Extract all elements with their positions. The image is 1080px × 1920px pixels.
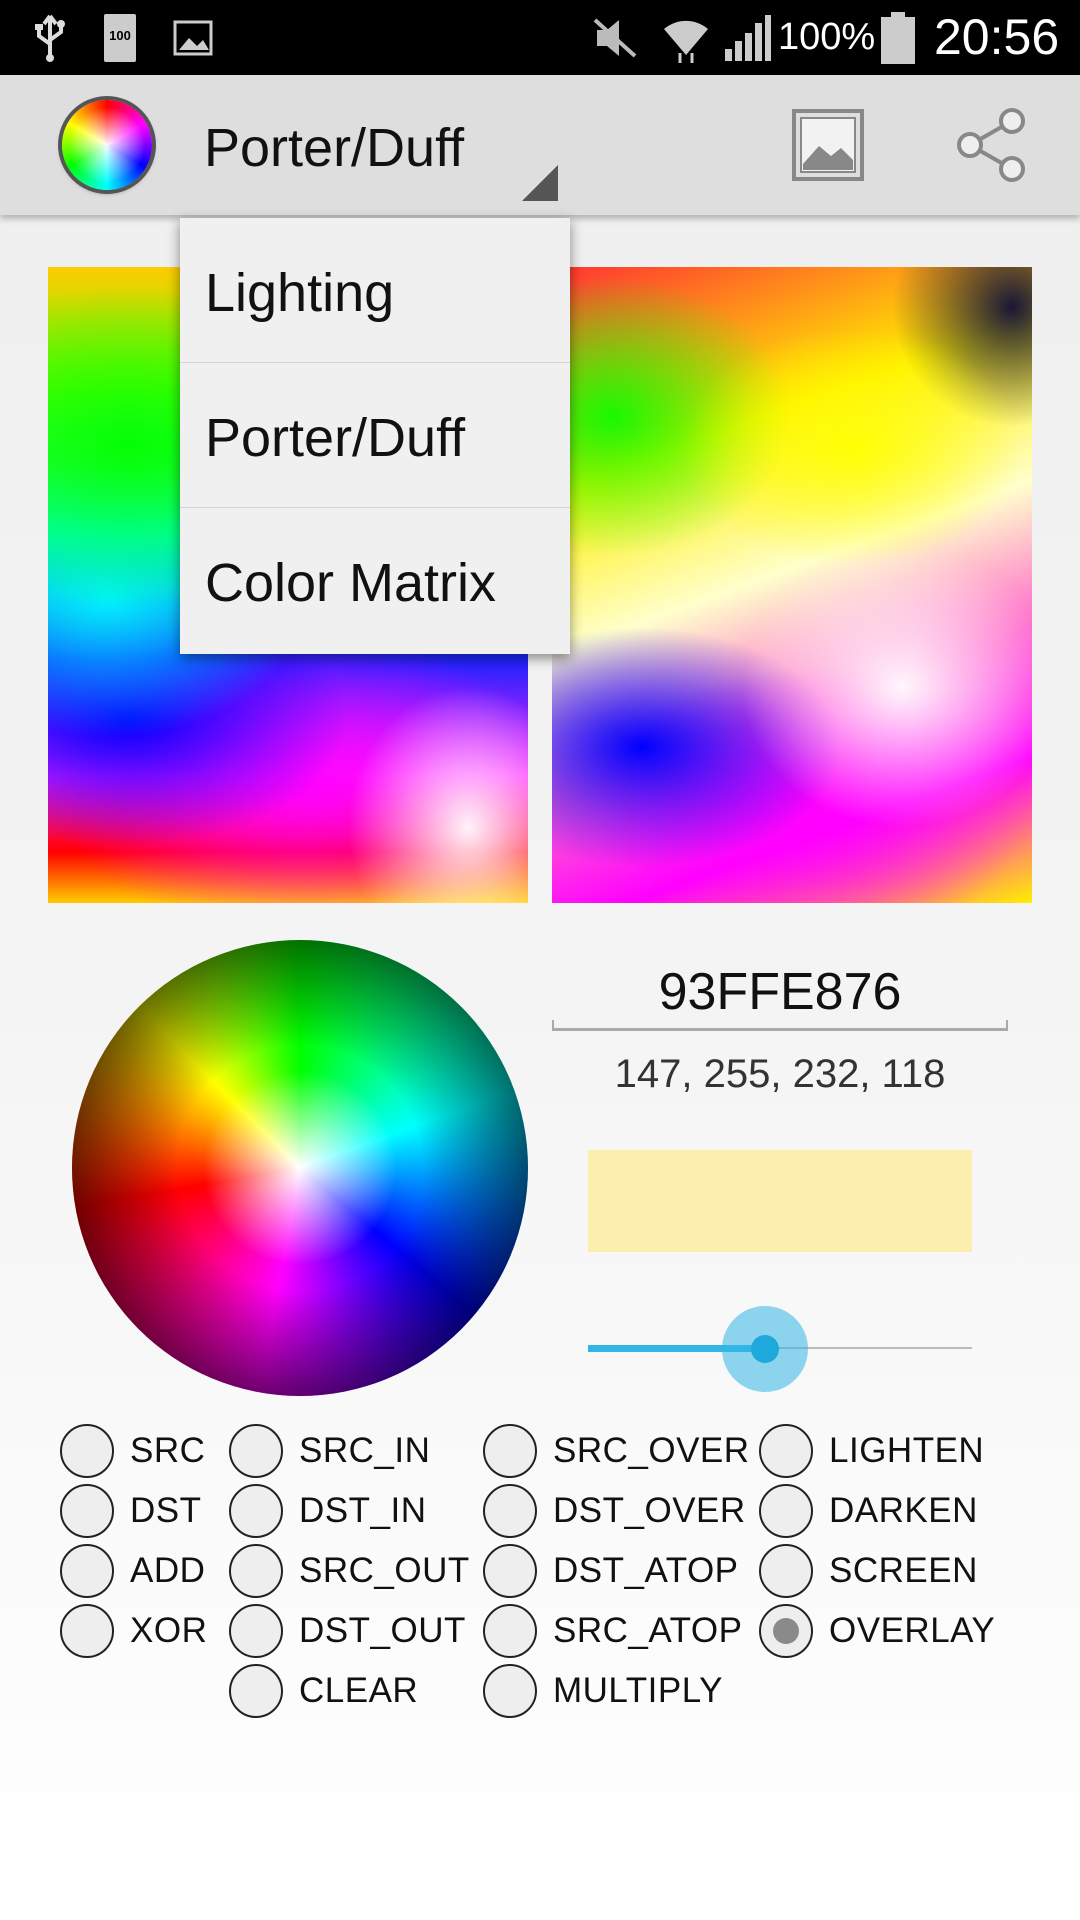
image-icon — [792, 109, 864, 181]
signal-icon — [722, 0, 772, 75]
wifi-icon — [660, 0, 712, 75]
radio-button[interactable] — [229, 1604, 283, 1658]
radio-button[interactable] — [759, 1424, 813, 1478]
radio-label: DST — [130, 1491, 202, 1530]
action-bar: Porter/Duff — [0, 75, 1080, 215]
dropdown-item-label: Lighting — [205, 263, 395, 323]
dropdown-item-label: Porter/Duff — [205, 408, 466, 468]
radio-dst-over[interactable]: DST_OVER — [483, 1482, 746, 1540]
radio-label: DARKEN — [829, 1491, 978, 1530]
color-wheel-logo-icon[interactable] — [62, 100, 152, 190]
battery-percent: 100% — [778, 16, 876, 58]
hex-input-underline — [552, 1020, 1008, 1031]
radio-label: SCREEN — [829, 1551, 978, 1590]
radio-label: OVERLAY — [829, 1611, 996, 1650]
radio-button[interactable] — [483, 1424, 537, 1478]
radio-dst-in[interactable]: DST_IN — [229, 1482, 426, 1540]
radio-button-checked[interactable] — [759, 1604, 813, 1658]
radio-label: SRC_OUT — [299, 1551, 470, 1590]
battery-status-icon: 100 — [102, 0, 138, 75]
radio-label: DST_ATOP — [553, 1551, 739, 1590]
radio-button[interactable] — [759, 1484, 813, 1538]
usb-icon — [30, 0, 70, 75]
radio-button[interactable] — [229, 1484, 283, 1538]
radio-src-in[interactable]: SRC_IN — [229, 1422, 430, 1480]
radio-label: SRC_ATOP — [553, 1611, 743, 1650]
radio-button[interactable] — [60, 1604, 114, 1658]
dropdown-item-color-matrix[interactable]: Color Matrix — [180, 508, 570, 653]
radio-overlay[interactable]: OVERLAY — [759, 1602, 995, 1660]
radio-add[interactable]: ADD — [60, 1542, 205, 1600]
radio-src[interactable]: SRC — [60, 1422, 205, 1480]
radio-label: MULTIPLY — [553, 1671, 723, 1710]
radio-darken[interactable]: DARKEN — [759, 1482, 978, 1540]
gallery-notification-icon — [172, 0, 214, 75]
radio-lighten[interactable]: LIGHTEN — [759, 1422, 984, 1480]
clock: 20:56 — [934, 9, 1060, 65]
radio-label: DST_IN — [299, 1491, 427, 1530]
radio-button[interactable] — [483, 1544, 537, 1598]
radio-button[interactable] — [229, 1544, 283, 1598]
status-bar: 100 100% 20:56 — [0, 0, 1080, 75]
radio-label: ADD — [130, 1551, 206, 1590]
dropdown-item-label: Color Matrix — [205, 553, 497, 613]
radio-label: CLEAR — [299, 1671, 419, 1710]
color-swatch — [588, 1150, 972, 1252]
radio-clear[interactable]: CLEAR — [229, 1662, 418, 1720]
color-wheel-picker[interactable] — [72, 940, 528, 1396]
radio-multiply[interactable]: MULTIPLY — [483, 1662, 723, 1720]
radio-src-atop[interactable]: SRC_ATOP — [483, 1602, 742, 1660]
radio-button[interactable] — [759, 1544, 813, 1598]
slider-thumb[interactable] — [751, 1335, 779, 1363]
radio-button[interactable] — [60, 1484, 114, 1538]
radio-label: SRC_IN — [299, 1431, 431, 1470]
radio-label: SRC_OVER — [553, 1431, 750, 1470]
rgba-values: 147, 255, 232, 118 — [614, 1052, 946, 1096]
radio-label: DST_OUT — [299, 1611, 466, 1650]
image-button[interactable] — [788, 105, 868, 185]
radio-src-out[interactable]: SRC_OUT — [229, 1542, 470, 1600]
radio-button[interactable] — [483, 1604, 537, 1658]
spinner-arrow-icon — [522, 165, 558, 201]
radio-label: XOR — [130, 1611, 208, 1650]
radio-button[interactable] — [229, 1664, 283, 1718]
mode-dropdown-menu: Lighting Porter/Duff Color Matrix — [180, 218, 570, 654]
battery-icon — [878, 0, 918, 75]
radio-button[interactable] — [483, 1664, 537, 1718]
mute-icon — [590, 0, 640, 75]
mode-spinner[interactable]: Porter/Duff — [190, 75, 560, 215]
dropdown-item-lighting[interactable]: Lighting — [180, 218, 570, 363]
spinner-selected-label: Porter/Duff — [204, 118, 465, 178]
radio-label: SRC — [130, 1431, 206, 1470]
hex-color-input[interactable] — [552, 950, 1008, 1034]
alpha-slider[interactable] — [588, 1300, 972, 1396]
share-button[interactable] — [952, 105, 1032, 185]
battery-small-label: 100 — [109, 27, 131, 43]
radio-dst-atop[interactable]: DST_ATOP — [483, 1542, 739, 1600]
result-image — [552, 267, 1032, 903]
share-icon — [957, 108, 1025, 182]
radio-label: LIGHTEN — [829, 1431, 985, 1470]
radio-button[interactable] — [229, 1424, 283, 1478]
radio-button[interactable] — [60, 1544, 114, 1598]
radio-screen[interactable]: SCREEN — [759, 1542, 978, 1600]
radio-button[interactable] — [483, 1484, 537, 1538]
dropdown-item-porter-duff[interactable]: Porter/Duff — [180, 363, 570, 508]
radio-dst[interactable]: DST — [60, 1482, 202, 1540]
radio-src-over[interactable]: SRC_OVER — [483, 1422, 750, 1480]
radio-xor[interactable]: XOR — [60, 1602, 207, 1660]
radio-dst-out[interactable]: DST_OUT — [229, 1602, 466, 1660]
radio-label: DST_OVER — [553, 1491, 746, 1530]
radio-button[interactable] — [60, 1424, 114, 1478]
